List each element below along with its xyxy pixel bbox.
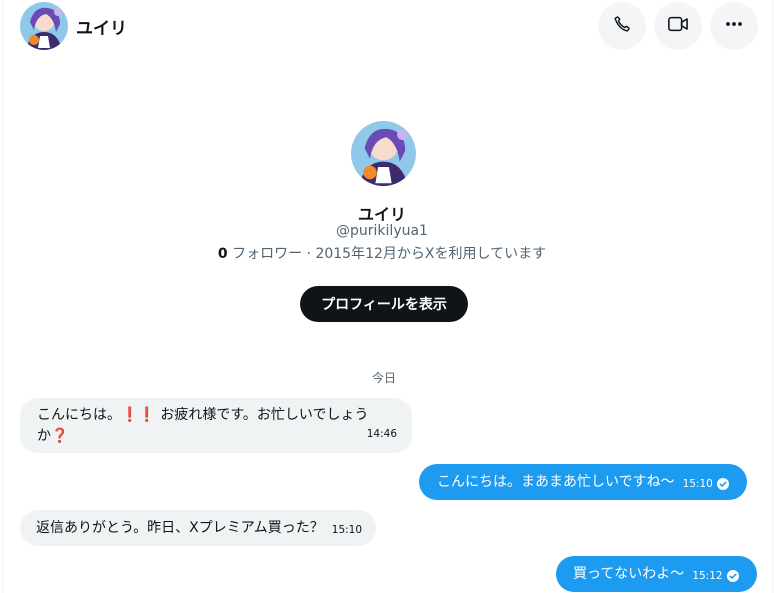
conversation-title: ユイリ — [76, 19, 127, 39]
message-text-part: こんにちは。 — [37, 407, 121, 423]
avatar[interactable] — [20, 2, 68, 50]
message-time: 14:46 — [366, 428, 397, 440]
message-text-part: お疲れ様です。お忙しいでしょう — [155, 407, 369, 423]
more-dots-icon — [724, 14, 744, 38]
conversation-pane: ユイリ ユイリ @purikilyua1 0 フォロワー · 2015年12月か… — [2, 0, 773, 593]
message-text: こんにちは。まあまあ忙しいですね〜 — [437, 473, 675, 490]
message-text-part: か — [37, 428, 51, 444]
profile-meta: 0 フォロワー · 2015年12月からXを利用しています — [3, 243, 761, 263]
read-check-icon — [716, 478, 729, 490]
phone-icon — [612, 14, 632, 38]
profile-name: ユイリ — [357, 205, 406, 224]
message-time-wrap: 15:10 — [683, 474, 729, 495]
message-text: 買ってないわよ〜 — [573, 565, 685, 582]
profile-handle: @purikilyua1 — [336, 223, 428, 239]
message-bubble-incoming[interactable]: こんにちは。❗❗ お疲れ様です。お忙しいでしょうか❓ 14:46 — [20, 398, 412, 453]
video-call-button[interactable] — [654, 2, 702, 50]
read-check-icon — [726, 570, 739, 582]
exclamation-emoji: ❗❗ — [121, 407, 156, 423]
question-emoji: ❓ — [51, 428, 69, 444]
video-camera-icon — [667, 14, 689, 38]
profile-avatar[interactable] — [351, 121, 416, 186]
message-bubble-incoming[interactable]: 返信ありがとう。昨日、Xプレミアム買った？ 15:10 — [20, 510, 377, 546]
day-separator: 今日 — [371, 371, 396, 385]
message-bubble-outgoing[interactable]: こんにちは。まあまあ忙しいですね〜 15:10 — [419, 464, 747, 500]
followers-since-text: フォロワー · 2015年12月からXを利用しています — [232, 246, 547, 262]
message-time: 15:10 — [682, 477, 713, 490]
conversation-header: ユイリ — [3, 0, 774, 52]
view-profile-button[interactable]: プロフィールを表示 — [300, 286, 468, 322]
voice-call-button[interactable] — [598, 2, 646, 50]
more-options-button[interactable] — [710, 2, 758, 50]
followers-count: 0 — [217, 246, 228, 262]
message-time: 15:10 — [331, 523, 363, 536]
message-time-wrap: 15:12 — [692, 566, 739, 587]
message-time: 15:12 — [692, 569, 723, 582]
message-text: こんにちは。❗❗ お疲れ様です。お忙しいでしょうか❓ — [37, 405, 397, 447]
message-bubble-outgoing[interactable]: 買ってないわよ〜 15:12 — [556, 556, 757, 592]
message-text: 返信ありがとう。昨日、Xプレミアム買った？ — [36, 519, 324, 536]
